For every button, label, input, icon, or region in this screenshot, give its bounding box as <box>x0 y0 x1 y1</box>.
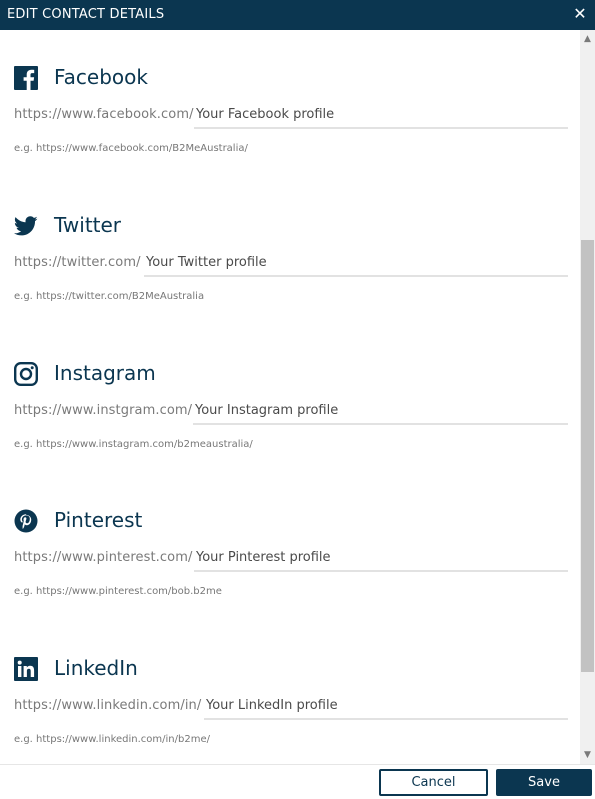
linkedin-icon <box>14 657 38 681</box>
scroll-up-icon[interactable]: ▲ <box>580 32 595 46</box>
facebook-title: Facebook <box>54 65 148 89</box>
linkedin-url-prefix: https://www.linkedin.com/in/ <box>14 698 202 713</box>
instagram-example: e.g. https://www.instagram.com/b2meaustr… <box>14 439 253 450</box>
facebook-section: Facebook https://www.facebook.com/ e.g. … <box>0 30 580 154</box>
pinterest-section: Pinterest https://www.pinterest.com/ e.g… <box>0 473 580 597</box>
linkedin-profile-input[interactable] <box>204 693 568 720</box>
edit-contact-dialog: EDIT CONTACT DETAILS ✕ Facebook https://… <box>0 0 595 799</box>
dialog-titlebar: EDIT CONTACT DETAILS ✕ <box>0 0 595 30</box>
twitter-url-prefix: https://twitter.com/ <box>14 255 141 270</box>
twitter-example: e.g. https://twitter.com/B2MeAustralia <box>14 291 205 302</box>
facebook-icon <box>14 66 38 90</box>
cancel-button[interactable]: Cancel <box>379 769 488 796</box>
instagram-profile-input[interactable] <box>193 398 568 425</box>
instagram-section: Instagram https://www.instgram.com/ e.g.… <box>0 326 580 450</box>
pinterest-profile-input[interactable] <box>194 545 568 572</box>
facebook-example: e.g. https://www.facebook.com/B2MeAustra… <box>14 143 248 154</box>
facebook-url-prefix: https://www.facebook.com/ <box>14 107 194 122</box>
instagram-url-prefix: https://www.instgram.com/ <box>14 403 193 418</box>
close-icon[interactable]: ✕ <box>573 5 587 23</box>
dialog-footer: Cancel Save <box>0 764 595 799</box>
linkedin-section: LinkedIn https://www.linkedin.com/in/ e.… <box>0 621 580 745</box>
dialog-title: EDIT CONTACT DETAILS <box>7 7 165 22</box>
pinterest-title: Pinterest <box>54 508 143 532</box>
pinterest-url-prefix: https://www.pinterest.com/ <box>14 550 193 565</box>
twitter-title: Twitter <box>54 213 122 237</box>
instagram-icon <box>14 362 38 386</box>
facebook-profile-input[interactable] <box>194 102 568 129</box>
pinterest-example: e.g. https://www.pinterest.com/bob.b2me <box>14 586 222 597</box>
save-button[interactable]: Save <box>496 769 592 796</box>
pinterest-icon <box>14 509 38 533</box>
vertical-scrollbar[interactable]: ▲ ▼ <box>580 30 595 764</box>
linkedin-example: e.g. https://www.linkedin.com/in/b2me/ <box>14 734 210 745</box>
instagram-title: Instagram <box>54 361 156 385</box>
twitter-icon <box>14 214 38 238</box>
scrollbar-thumb[interactable] <box>581 240 594 672</box>
dialog-content: Facebook https://www.facebook.com/ e.g. … <box>0 30 580 764</box>
scroll-down-icon[interactable]: ▼ <box>580 748 595 762</box>
linkedin-title: LinkedIn <box>54 656 138 680</box>
twitter-profile-input[interactable] <box>144 250 568 277</box>
twitter-section: Twitter https://twitter.com/ e.g. https:… <box>0 178 580 302</box>
